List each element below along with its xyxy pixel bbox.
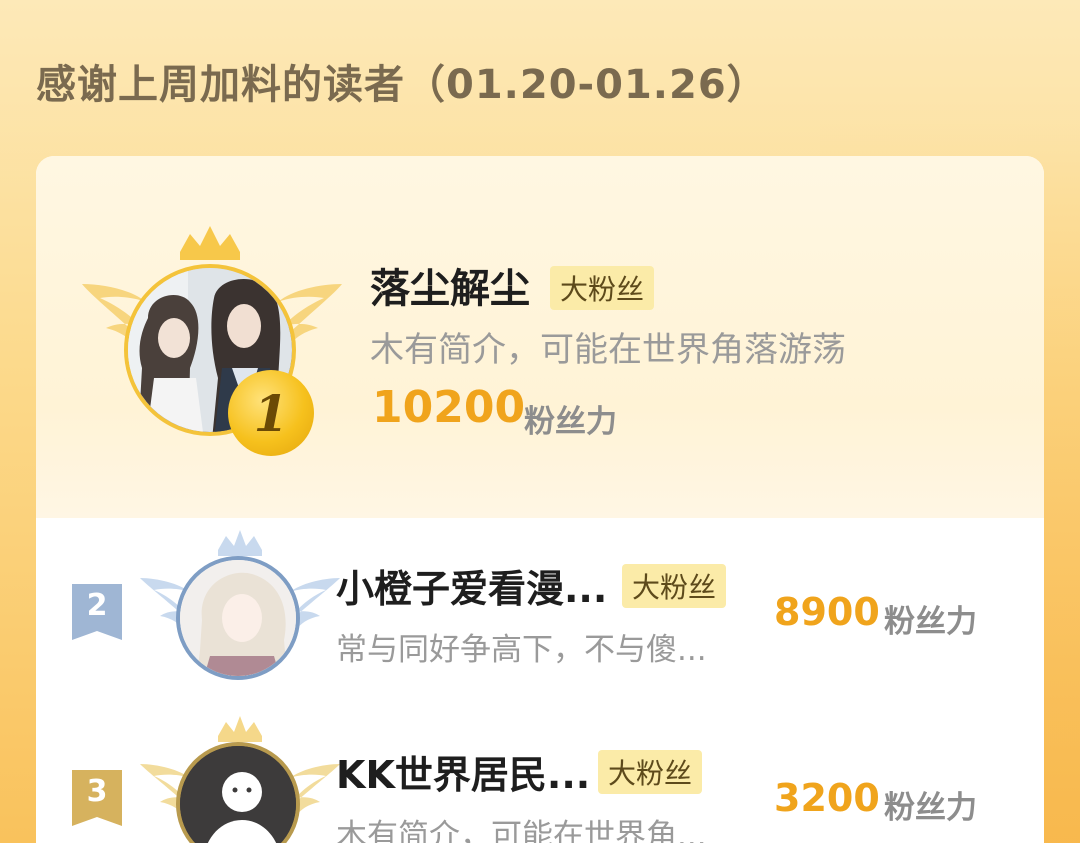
rank-3-flag-icon: 3 [72,770,122,826]
rank-1-medal-icon: 1 [228,370,314,456]
fan-power-label: 粉丝力 [524,404,617,440]
big-fan-badge: 大粉丝 [550,266,655,310]
reader-ranking-card: 1 落尘解尘 大粉丝 木有简介，可能在世界角落游荡 10200 粉丝力 2 小橙… [36,156,1044,843]
fan-power-label: 粉丝力 [884,790,977,826]
page-title: 感谢上周加料的读者（01.20-01.26） [36,62,768,108]
reader-row-2[interactable]: 2 小橙子爱看漫... 大粉丝 常与同好争高下，不与傻... 8900 粉丝力 [36,518,1044,698]
reader-name[interactable]: KK世界居民... [336,744,590,799]
rank-2-flag-icon: 2 [72,584,122,640]
reader-bio: 木有简介，可能在世界角... [336,818,707,843]
top-reader-item[interactable]: 1 落尘解尘 大粉丝 木有简介，可能在世界角落游荡 10200 粉丝力 [36,156,1044,518]
reader-bio: 木有简介，可能在世界角落游荡 [370,330,846,370]
big-fan-badge: 大粉丝 [598,750,703,794]
reader-name[interactable]: 落尘解尘 [370,256,530,314]
fan-power-score: 10200 [372,382,526,433]
reader-row-3[interactable]: 3 KK世界居民... 大粉丝 木有简介，可能在世界角... 3200 粉丝力 [36,704,1044,843]
big-fan-badge: 大粉丝 [622,564,727,608]
reader-bio: 常与同好争高下，不与傻... [336,632,707,668]
default-avatar-icon [180,746,296,843]
fan-power-label: 粉丝力 [884,604,977,640]
reader-name[interactable]: 小橙子爱看漫... [336,558,607,613]
fan-power-score: 8900 [774,590,880,634]
avatar[interactable] [176,556,300,680]
fan-power-score: 3200 [774,776,880,820]
